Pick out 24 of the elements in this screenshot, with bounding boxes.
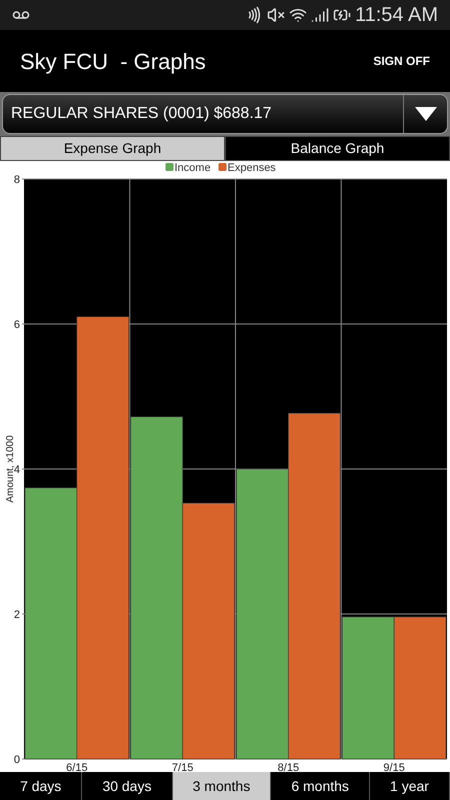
wifi-icon bbox=[288, 6, 307, 24]
graph-tab[interactable]: Balance Graph bbox=[225, 136, 450, 161]
y-tick-label: 8 bbox=[14, 174, 20, 186]
dropdown-arrow-icon bbox=[414, 107, 436, 121]
y-tick-label: 2 bbox=[14, 609, 20, 621]
y-tick-label: 0 bbox=[14, 754, 20, 766]
signal-icon bbox=[310, 6, 329, 24]
range-tab[interactable]: 3 months bbox=[172, 772, 272, 800]
account-value: REGULAR SHARES (0001) $688.17 bbox=[10, 104, 273, 124]
legend-label: Expenses bbox=[228, 162, 276, 174]
clock: 11:54 AM bbox=[354, 3, 438, 28]
x-tick-label: 7/15 bbox=[172, 762, 194, 772]
sign-off-button[interactable]: SIGN OFF bbox=[373, 52, 430, 70]
graph-tab[interactable]: Expense Graph bbox=[0, 136, 225, 161]
app-title: Sky FCU - Graphs bbox=[20, 48, 207, 76]
x-tick-label: 8/15 bbox=[278, 762, 300, 772]
x-tick-label: 6/15 bbox=[66, 762, 88, 772]
y-tick-label: 4 bbox=[14, 464, 20, 476]
y-tick-label: 6 bbox=[14, 319, 20, 331]
mute-icon bbox=[266, 6, 285, 24]
x-tick-label: 9/15 bbox=[383, 762, 405, 772]
y-axis-title: Amount, x1000 bbox=[5, 435, 16, 503]
account-dropdown[interactable]: REGULAR SHARES (0001) $688.17 bbox=[2, 94, 448, 134]
legend-label: Income bbox=[174, 162, 211, 174]
